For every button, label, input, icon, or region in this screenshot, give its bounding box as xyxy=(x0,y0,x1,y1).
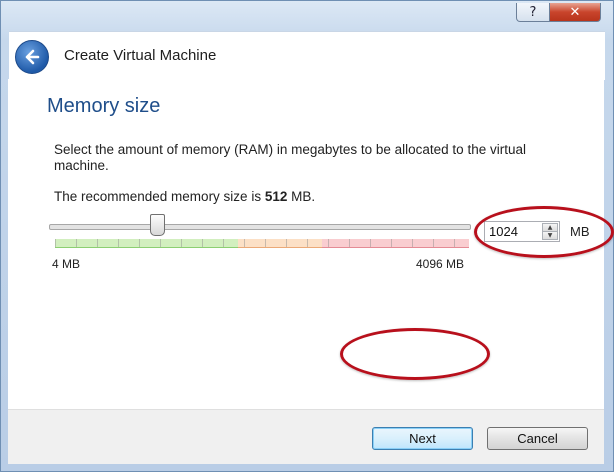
next-button[interactable]: Next xyxy=(372,427,473,450)
page-heading: Memory size xyxy=(47,95,161,117)
highlight-circle-next xyxy=(340,328,490,380)
wizard-page: Memory size Select the amount of memory … xyxy=(8,79,614,409)
recommended-memory-text: The recommended memory size is 512 MB. xyxy=(54,189,315,204)
recommended-prefix: The recommended memory size is xyxy=(54,189,265,204)
help-button[interactable]: ? xyxy=(516,3,550,22)
back-arrow-icon[interactable] xyxy=(15,40,49,74)
wizard-header: Create Virtual Machine xyxy=(9,31,605,80)
memory-slider-thumb[interactable] xyxy=(150,214,165,236)
wizard-footer: Next Cancel xyxy=(8,409,604,464)
recommended-value: 512 xyxy=(264,189,288,204)
titlebar-controls: ? ✕ xyxy=(516,3,601,22)
page-description: Select the amount of memory (RAM) in meg… xyxy=(54,142,526,173)
slider-min-label: 4 MB xyxy=(52,257,81,271)
recommended-suffix: MB. xyxy=(287,189,316,204)
close-button[interactable]: ✕ xyxy=(550,3,601,22)
wizard-title: Create Virtual Machine xyxy=(64,47,217,64)
back-arrow-glyph xyxy=(25,49,40,65)
cancel-button[interactable]: Cancel xyxy=(487,427,588,450)
highlight-circle-spinbox xyxy=(474,206,614,258)
memory-slider-track[interactable] xyxy=(49,224,471,230)
slider-ticks xyxy=(55,239,469,247)
slider-max-label: 4096 MB xyxy=(416,257,465,271)
